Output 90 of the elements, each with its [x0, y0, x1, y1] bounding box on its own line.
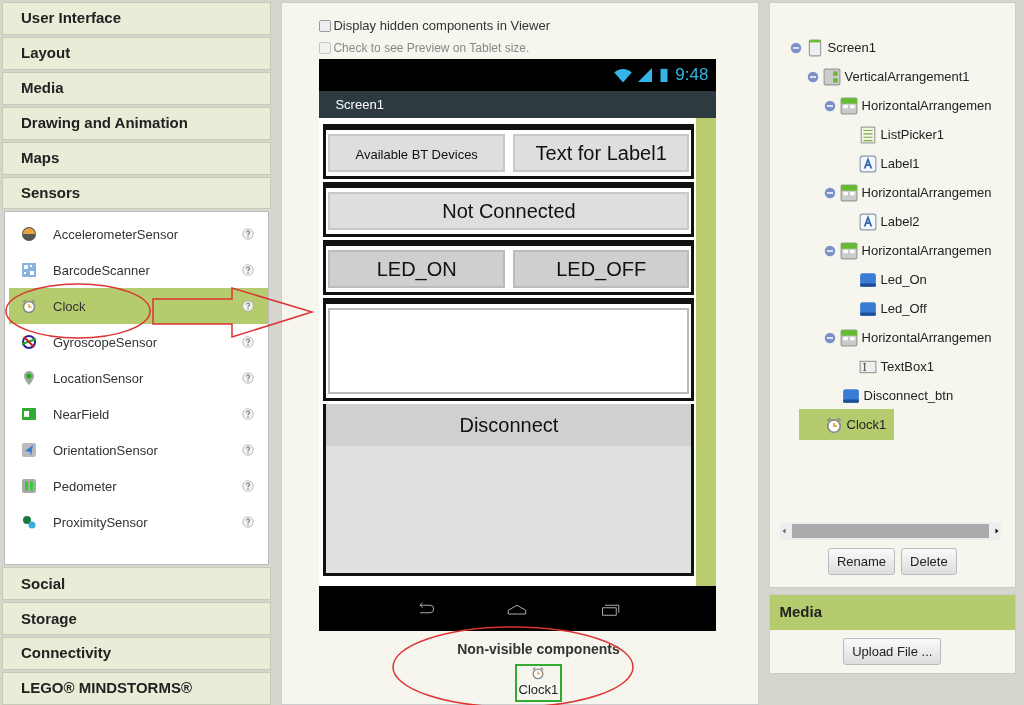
label-icon — [858, 154, 877, 173]
category-header[interactable]: Sensors — [2, 176, 272, 210]
palette-item[interactable]: NearField — [9, 396, 269, 433]
tree-item[interactable]: TextBox1 — [858, 356, 934, 377]
category-header[interactable]: Drawing and Animation — [2, 106, 272, 140]
vertical-arrangement-icon — [822, 67, 841, 86]
label-icon — [858, 212, 877, 231]
tree-item[interactable]: Label1 — [858, 153, 920, 174]
panel-header: Media — [769, 595, 1015, 630]
horizontal-arrangement-icon — [839, 241, 858, 260]
gyroscope-icon — [21, 334, 37, 351]
category-header[interactable]: Media — [2, 71, 272, 105]
phone-button[interactable]: LED_ON — [328, 250, 505, 288]
compass-icon — [21, 442, 37, 459]
collapse-icon[interactable] — [823, 186, 836, 199]
palette-item[interactable]: Clock — [9, 288, 269, 325]
palette-item[interactable]: AccelerometerSensor — [9, 216, 269, 253]
help-icon — [242, 408, 255, 421]
palette-item[interactable]: GyroscopeSensor — [9, 324, 269, 361]
horizontal-arrangement-icon — [839, 183, 858, 202]
tree-item[interactable]: Led_Off — [858, 298, 927, 319]
help-icon — [242, 228, 255, 241]
button-icon — [858, 270, 877, 289]
action-button[interactable]: Rename — [827, 547, 896, 575]
tree-item[interactable]: HorizontalArrangemen — [839, 327, 992, 348]
alarm-clock-icon — [824, 415, 843, 434]
collapse-icon[interactable] — [789, 41, 802, 54]
horizontal-arrangement-icon — [839, 328, 858, 347]
tree-item[interactable]: HorizontalArrangemen — [839, 182, 992, 203]
tree-item[interactable]: HorizontalArrangemen — [839, 240, 992, 261]
palette-item[interactable]: Pedometer — [9, 468, 269, 505]
palette-item[interactable]: LocationSensor — [9, 360, 269, 397]
tree-item[interactable]: HorizontalArrangemen — [839, 95, 992, 116]
signal-icon — [637, 67, 654, 83]
category-header[interactable]: Connectivity — [2, 637, 272, 671]
horizontal-scrollbar[interactable] — [779, 521, 1001, 540]
tree-item[interactable]: Screen1 — [805, 37, 876, 58]
palette-item[interactable]: ProximitySensor — [9, 504, 269, 541]
category-header[interactable]: Storage — [2, 602, 272, 636]
pedometer-icon — [21, 478, 37, 495]
map-pin-icon — [21, 370, 37, 387]
tree-item[interactable]: Disconnect_btn — [841, 385, 954, 406]
alarm-clock-icon — [531, 666, 546, 680]
tree-item[interactable]: ListPicker1 — [858, 124, 945, 145]
phone-button[interactable]: Disconnect — [323, 404, 695, 446]
tree-item[interactable]: Clock1 — [798, 408, 895, 441]
non-visible-component[interactable]: Clock1 — [514, 664, 563, 702]
category-header[interactable]: Social — [2, 567, 272, 601]
tree-item[interactable]: VerticalArrangement1 — [822, 66, 970, 87]
gauge-icon — [21, 226, 37, 243]
help-icon — [242, 336, 255, 349]
nfc-icon — [21, 406, 37, 423]
label-text: Text for Label1 — [512, 134, 690, 172]
tree-item[interactable]: Label2 — [858, 211, 920, 232]
upload-button[interactable]: Upload File ... — [843, 637, 942, 665]
help-icon — [242, 300, 255, 313]
checkbox[interactable] — [319, 20, 332, 32]
help-icon — [242, 480, 255, 493]
status-time: 9:48 — [675, 64, 709, 87]
text-box[interactable] — [328, 308, 690, 394]
alarm-clock-icon — [21, 298, 37, 315]
category-header[interactable]: User Interface — [2, 2, 272, 35]
checkbox-option[interactable]: Display hidden components in Viewer — [319, 15, 758, 37]
palette-item[interactable]: OrientationSensor — [9, 432, 269, 469]
action-button[interactable]: Delete — [901, 547, 957, 575]
help-icon — [242, 444, 255, 457]
help-icon — [242, 372, 255, 385]
help-icon — [242, 516, 255, 529]
collapse-icon[interactable] — [823, 331, 836, 344]
checkbox-option: Check to see Preview on Tablet size. — [319, 37, 758, 59]
button-icon — [858, 299, 877, 318]
grid-icon — [21, 262, 37, 279]
phone-button[interactable]: LED_OFF — [512, 250, 690, 288]
horizontal-arrangement-icon — [839, 96, 858, 115]
section-title: Non-visible components — [456, 640, 621, 659]
proximity-icon — [21, 514, 37, 531]
category-header[interactable]: LEGO® MINDSTORMS® — [2, 672, 272, 705]
collapse-icon[interactable] — [823, 244, 836, 257]
collapse-icon[interactable] — [806, 70, 819, 83]
category-header[interactable]: Layout — [2, 36, 272, 70]
category-header[interactable]: Maps — [2, 141, 272, 175]
help-icon — [242, 264, 255, 277]
tree-item[interactable]: Led_On — [858, 269, 927, 290]
list-icon — [858, 125, 877, 144]
palette-item[interactable]: BarcodeScanner — [9, 252, 269, 289]
collapse-icon[interactable] — [823, 99, 836, 112]
button-icon — [841, 386, 860, 405]
app-title-bar: Screen1 — [319, 91, 717, 118]
list-picker[interactable]: Available BT Devices — [328, 134, 505, 172]
label-text: Not Connected — [328, 192, 690, 230]
